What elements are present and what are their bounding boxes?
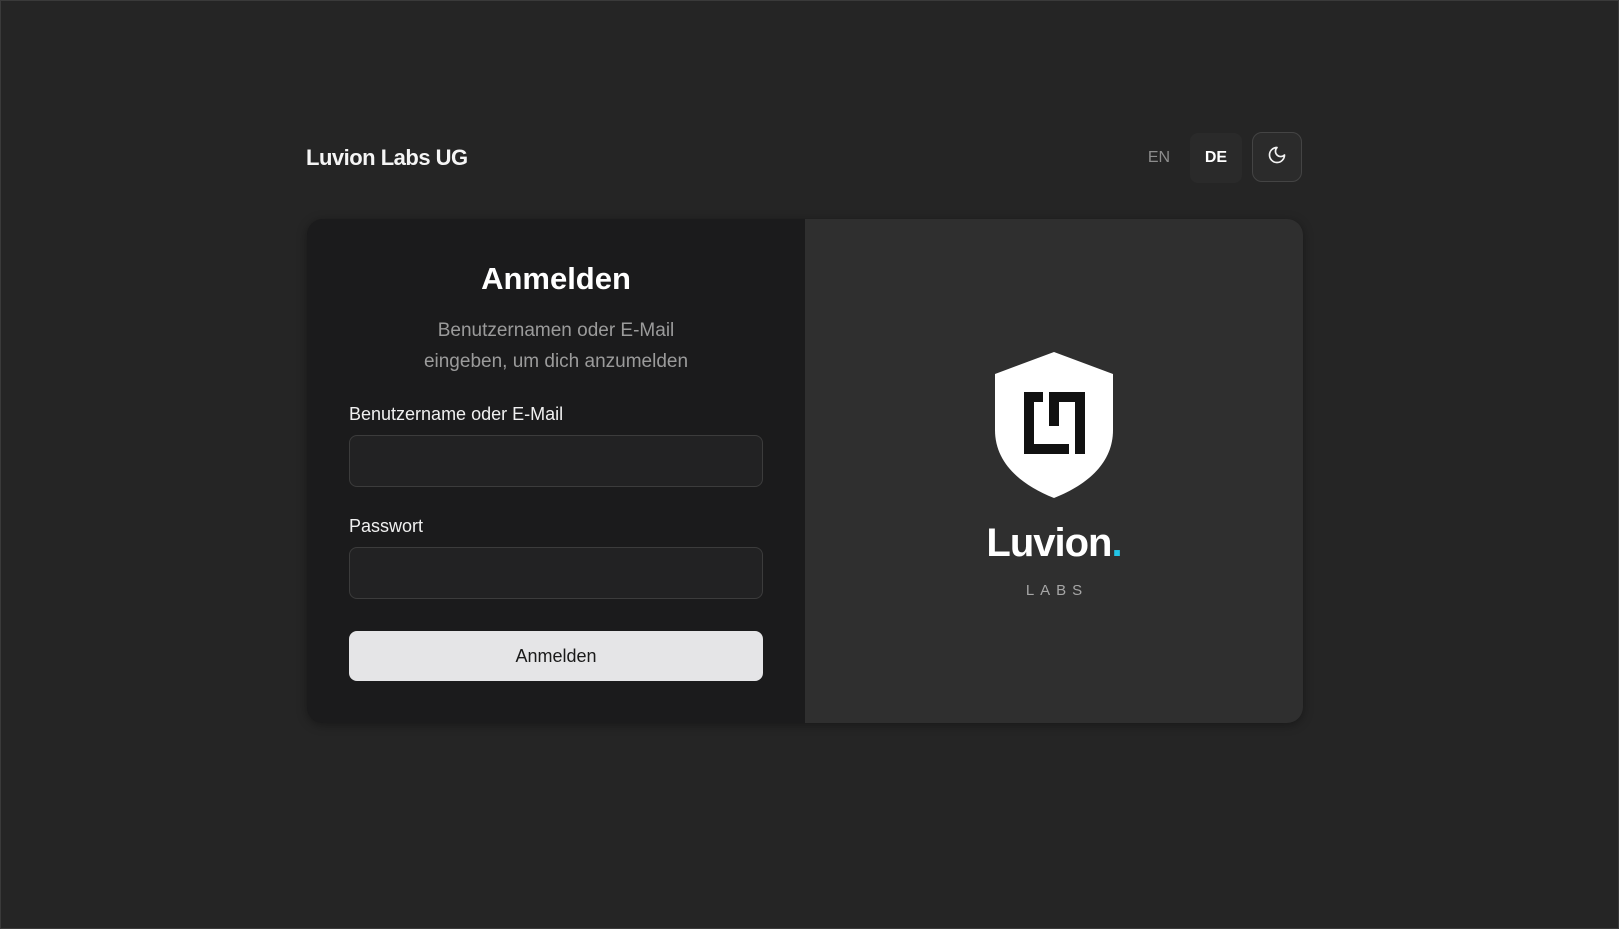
password-label: Passwort (349, 516, 424, 536)
password-input[interactable] (349, 547, 763, 599)
theme-toggle-button[interactable] (1252, 132, 1302, 182)
language-de-button[interactable]: DE (1190, 133, 1242, 183)
form-subtitle: Benutzernamen oder E-Mail eingeben, um d… (397, 315, 715, 377)
brand-title: Luvion Labs UG (306, 145, 468, 170)
language-en-button[interactable]: EN (1133, 133, 1185, 183)
moon-icon (1267, 145, 1287, 170)
logo-subtitle: LABS (1025, 582, 1089, 599)
username-input[interactable] (349, 435, 763, 487)
login-page: Luvion Labs UG EN DE Anmelden Benutzerna… (0, 0, 1619, 929)
logo-wordmark: Luvion. (805, 521, 1303, 566)
branding-panel: Luvion. LABS (805, 219, 1303, 723)
login-card: Anmelden Benutzernamen oder E-Mail einge… (307, 219, 1303, 723)
brand-logo: Luvion. LABS (805, 219, 1303, 723)
top-bar: Luvion Labs UG EN DE (306, 131, 1304, 185)
form-subtitle-line-2: eingeben, um dich anzumelden (423, 351, 689, 372)
login-submit-button[interactable]: Anmelden (349, 631, 763, 681)
form-title: Anmelden (481, 261, 631, 296)
logo-dot: . (1111, 521, 1122, 565)
login-form-panel: Anmelden Benutzernamen oder E-Mail einge… (307, 219, 805, 723)
logo-name-text: Luvion (986, 521, 1112, 565)
form-subtitle-line-1: Benutzernamen oder E-Mail (437, 320, 675, 341)
username-label: Benutzername oder E-Mail (349, 404, 564, 424)
